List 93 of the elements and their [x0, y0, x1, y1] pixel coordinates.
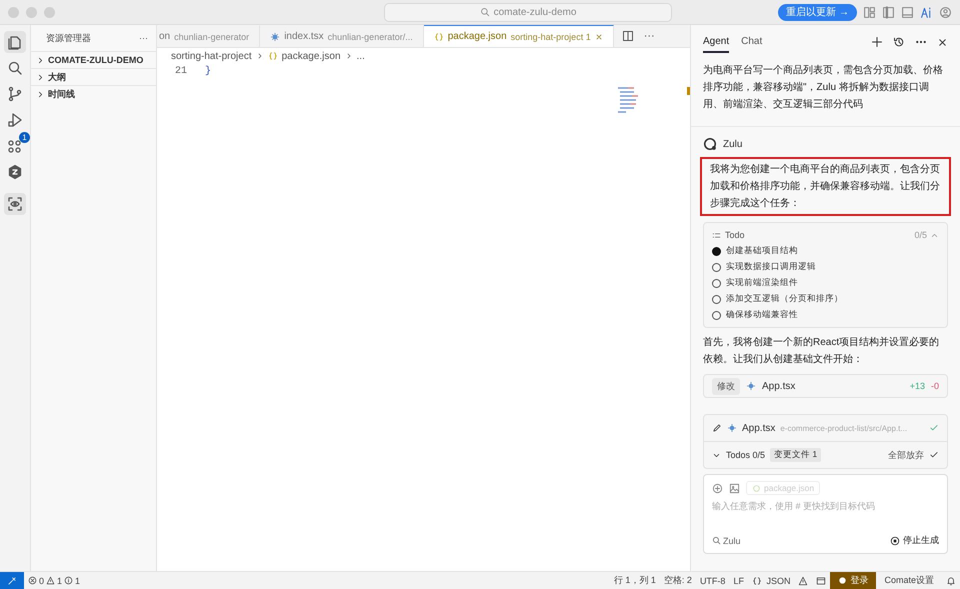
todo-count: 0/5: [914, 230, 927, 240]
assistant-message: 我将为您创建一个电商平台的商品列表页，包含分页加载和价格排序功能，并确保兼容移动端。让我们分步骤完成这个任务：: [700, 157, 951, 216]
removed-count: -0: [930, 381, 939, 391]
check-icon: [929, 423, 939, 433]
settings-link[interactable]: Comate设置: [876, 574, 942, 587]
line-number: 21: [174, 66, 188, 76]
mode-selector[interactable]: Zulu: [712, 536, 741, 546]
file-change-card[interactable]: 修改 App.tsx +13 -0: [703, 374, 948, 398]
extensions-icon: [7, 138, 23, 154]
braces-icon: [434, 32, 444, 42]
files-icon: [7, 34, 23, 50]
split-editor-icon: [622, 30, 634, 42]
eye-icon: [7, 196, 23, 212]
breadcrumb-item[interactable]: package.json: [282, 50, 341, 62]
more-button[interactable]: ···: [644, 30, 655, 42]
panel-tab[interactable]: Chat: [741, 32, 762, 52]
scrollbar-marker: [687, 87, 690, 95]
more-button[interactable]: ···: [139, 33, 148, 43]
todo-item: 添加交互逻辑（分页和排序）: [726, 293, 843, 305]
notification-badge: 1: [19, 132, 30, 143]
editor-tab[interactable]: package.json sorting-hat-project 1: [424, 25, 614, 47]
file-name: App.tsx: [762, 380, 796, 392]
gear-file-icon: [727, 423, 737, 433]
added-count: +13: [910, 381, 925, 391]
panel-tab[interactable]: Agent: [703, 32, 730, 52]
todo-item: 实现前端渲染组件: [726, 277, 798, 289]
todo-item: 确保移动端兼容性: [726, 309, 798, 321]
warning-icon: [798, 576, 808, 586]
breadcrumb-item[interactable]: ...: [356, 50, 365, 62]
sidebar-section[interactable]: 时间线: [31, 85, 156, 102]
discard-all-link[interactable]: 全部放弃: [888, 448, 924, 462]
gear-file-icon: [746, 381, 756, 391]
code-line: }: [205, 66, 212, 76]
remote-button[interactable]: [0, 572, 24, 589]
todo-item: 创建基础项目结构: [726, 245, 798, 257]
list-icon: [712, 230, 721, 240]
warning-icon: [46, 576, 56, 585]
todos-summary[interactable]: Todos 0/5: [726, 450, 766, 460]
check-icon: [929, 450, 939, 460]
close-icon: [937, 36, 948, 48]
stop-icon: [890, 536, 900, 546]
cursor-position[interactable]: 行 1，列 1: [610, 574, 660, 587]
indentation[interactable]: 空格: 2: [660, 574, 696, 587]
login-button[interactable]: 登录: [830, 572, 876, 589]
image-icon: [729, 482, 740, 494]
card-icon: [816, 576, 826, 586]
sidebar-section[interactable]: COMATE-ZULU-DEMO: [31, 51, 156, 68]
branch-icon: [7, 86, 23, 102]
search-icon: [7, 60, 23, 76]
braces-icon: [268, 51, 278, 61]
sidebar-section[interactable]: 大纲: [31, 68, 156, 85]
user-message: 为电商平台写一个商品列表页，需包含分页加载、价格排序功能，兼容移动端"，Zulu 将拆解为数据接口调用、前端渲染、交互逻辑三部分代码: [691, 62, 960, 127]
activity-button[interactable]: [4, 193, 26, 215]
activity-button[interactable]: [4, 31, 26, 53]
run-icon: [7, 112, 23, 128]
minimap-drawing: [618, 87, 640, 115]
close-icon: [594, 32, 603, 40]
error-icon: [28, 576, 37, 585]
language-mode[interactable]: JSON: [748, 576, 794, 586]
search-icon: [712, 536, 721, 545]
problems-button[interactable]: 0 1 1: [24, 576, 84, 586]
breadcrumb-item[interactable]: sorting-hat-project: [171, 50, 252, 62]
assistant-message: 首先，我将创建一个新的React项目结构并设置必要的依赖。让我们从创建基础文件开始：: [703, 336, 940, 367]
file-name: App.tsx: [742, 422, 776, 434]
gear-file-icon: [270, 32, 280, 42]
todo-item: 实现数据接口调用逻辑: [726, 261, 816, 273]
add-icon: [712, 482, 723, 494]
hexagon-icon: [7, 164, 23, 180]
plus-icon: [871, 36, 883, 48]
assistant-name: Zulu: [723, 138, 742, 150]
todo-title: Todo: [725, 230, 745, 240]
remote-icon: [7, 576, 17, 586]
history-icon: [893, 36, 905, 48]
braces-icon: [752, 576, 762, 586]
changed-files-chip[interactable]: 变更文件 1: [770, 448, 822, 462]
bell-icon: [946, 576, 956, 586]
sidebar-title: 资源管理器: [46, 32, 91, 44]
stop-generating-button[interactable]: 停止生成: [890, 534, 939, 547]
search-icon: [480, 7, 490, 17]
message-input[interactable]: 输入任意需求，使用 # 更快找到目标代码: [712, 501, 939, 511]
change-tag: 修改: [712, 378, 740, 394]
encoding[interactable]: UTF-8: [696, 576, 730, 586]
account-icon: [939, 6, 952, 18]
restart-update-button[interactable]: 重启以更新 →: [778, 4, 857, 20]
zulu-logo-icon: [703, 137, 717, 151]
info-icon: [64, 576, 74, 585]
ai-icon: [920, 6, 933, 18]
file-path: e-commerce-product-list/src/App.t...: [780, 424, 908, 432]
sidebar-toggle-icon: [882, 6, 895, 18]
editor-tab[interactable]: on chunlian-generator: [157, 25, 260, 47]
line-ending[interactable]: LF: [729, 576, 748, 586]
pencil-icon: [712, 423, 722, 433]
panel-toggle-icon: [901, 6, 914, 18]
